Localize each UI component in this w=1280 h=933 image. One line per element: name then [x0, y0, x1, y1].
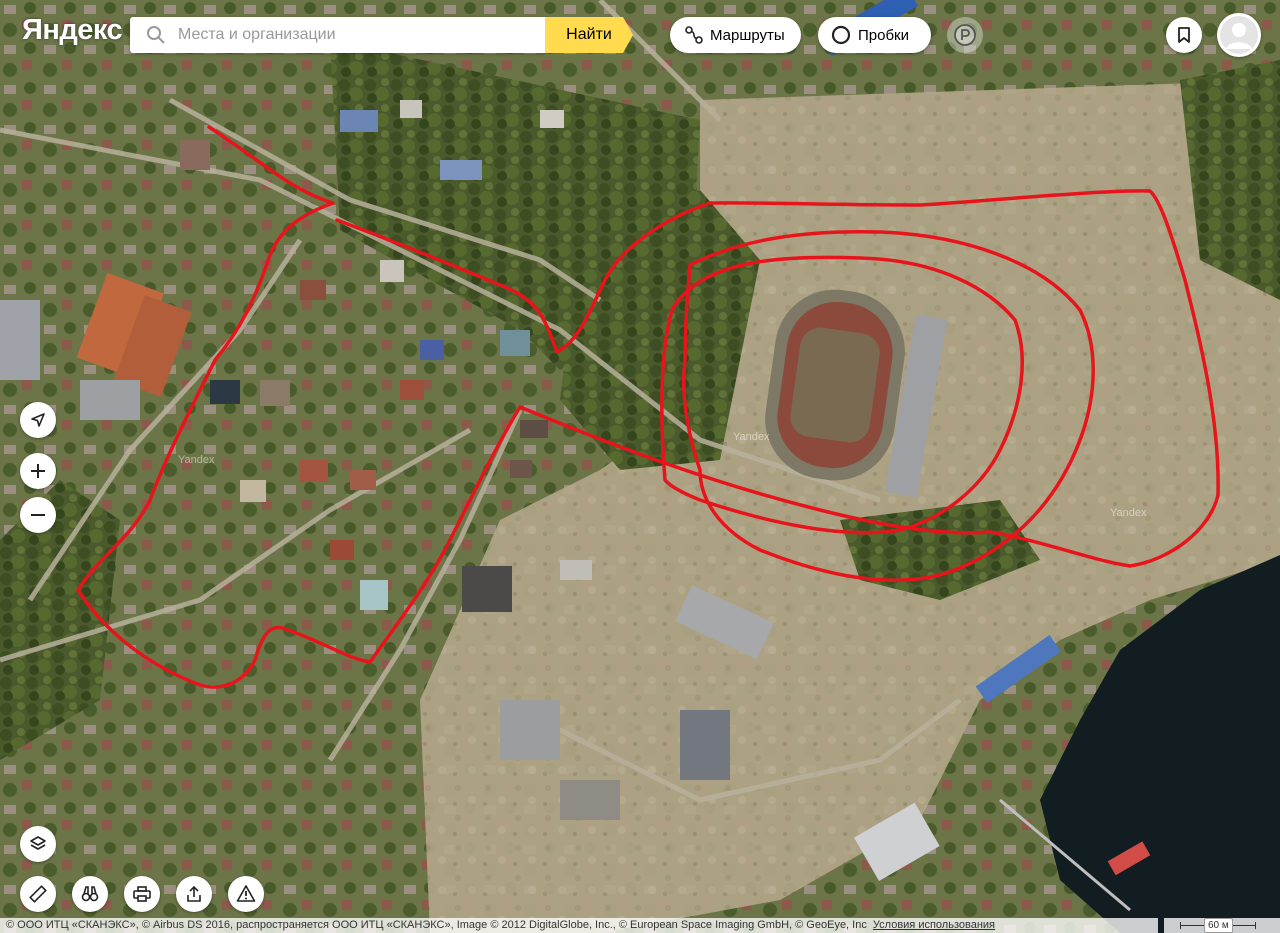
- search-input[interactable]: [176, 25, 520, 45]
- zoom-out-button[interactable]: [20, 497, 56, 533]
- share-button[interactable]: [176, 876, 212, 912]
- report-error-button[interactable]: [228, 876, 264, 912]
- parking-icon: [954, 24, 976, 46]
- attribution-bar: © ООО ИТЦ «СКАНЭКС», © Airbus DS 2016, р…: [0, 918, 1158, 933]
- svg-text:Yandex: Yandex: [733, 431, 770, 443]
- svg-text:Yandex: Yandex: [178, 454, 215, 466]
- search-icon: [147, 26, 165, 44]
- traffic-icon: [831, 25, 851, 45]
- satellite-map[interactable]: Yandex Yandex Yandex: [0, 0, 1280, 933]
- scale-bar: 60 м: [1164, 918, 1280, 933]
- search-button[interactable]: Найти: [545, 17, 633, 53]
- ruler-icon: [29, 885, 47, 903]
- traffic-label: Пробки: [858, 26, 909, 44]
- ruler-button[interactable]: [20, 876, 56, 912]
- user-icon: [1220, 16, 1258, 54]
- bookmarks-button[interactable]: [1166, 17, 1202, 53]
- svg-text:Yandex: Yandex: [1110, 507, 1147, 519]
- traffic-button[interactable]: Пробки: [818, 17, 931, 53]
- routes-label: Маршруты: [710, 26, 785, 44]
- search-bar: Найти: [130, 17, 633, 53]
- terms-link[interactable]: Условия использования: [873, 919, 995, 931]
- attribution-text: © ООО ИТЦ «СКАНЭКС», © Airbus DS 2016, р…: [6, 919, 867, 931]
- search-box: [130, 17, 545, 53]
- routes-button[interactable]: Маршруты: [670, 17, 801, 53]
- minus-icon: [31, 514, 45, 516]
- yandex-logo[interactable]: Яндекс: [22, 14, 123, 47]
- my-location-button[interactable]: [20, 402, 56, 438]
- warning-icon: [236, 885, 256, 902]
- user-avatar[interactable]: [1217, 13, 1261, 57]
- print-button[interactable]: [124, 876, 160, 912]
- panorama-button[interactable]: [72, 876, 108, 912]
- zoom-in-button[interactable]: [20, 453, 56, 489]
- location-arrow-icon: [31, 413, 45, 427]
- bookmark-icon: [1178, 27, 1190, 43]
- scale-label: 60 м: [1204, 918, 1233, 933]
- layers-icon: [30, 836, 46, 850]
- plus-icon: [31, 464, 45, 478]
- printer-icon: [133, 886, 151, 902]
- parking-button[interactable]: [947, 17, 983, 53]
- binoculars-icon: [81, 886, 99, 902]
- share-icon: [187, 885, 201, 902]
- route-icon: [685, 26, 703, 44]
- layers-button[interactable]: [20, 826, 56, 862]
